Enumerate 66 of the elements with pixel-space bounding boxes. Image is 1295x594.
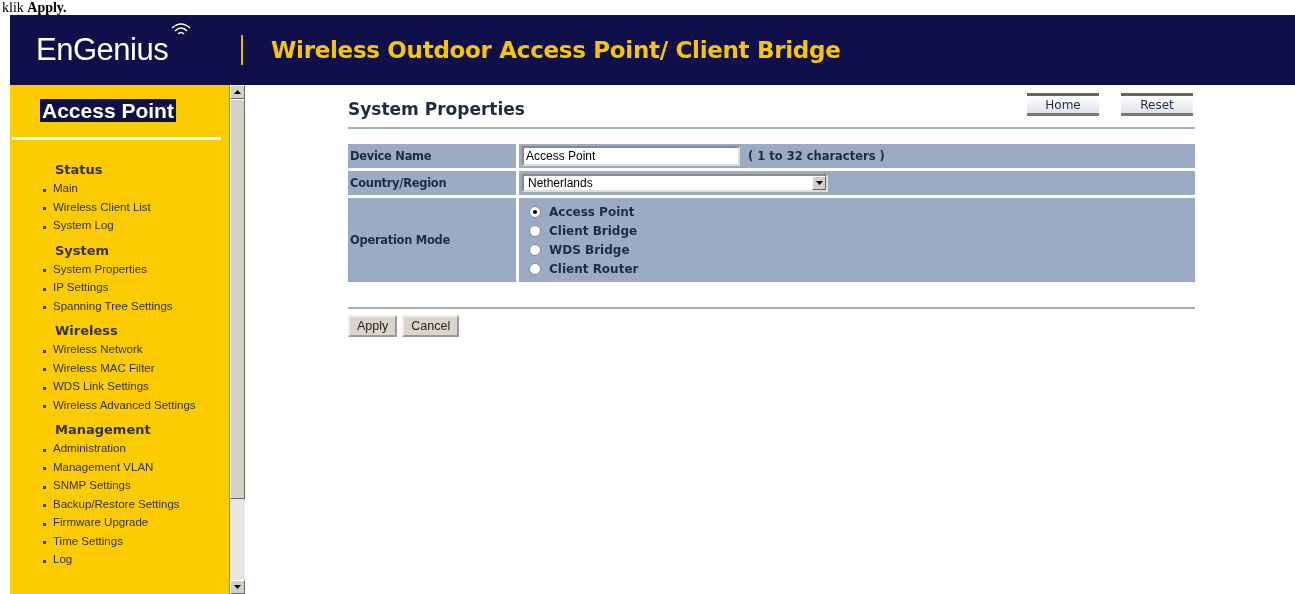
section-heading: Wireless xyxy=(54,322,119,340)
header-title: Wireless Outdoor Access Point/ Client Bridge xyxy=(271,37,841,63)
field-label: Operation Mode xyxy=(348,198,516,282)
sidebar-link[interactable]: Wireless Network xyxy=(53,343,143,356)
sidebar-link[interactable]: WDS Link Settings xyxy=(53,380,149,393)
sidebar-link[interactable]: System Properties xyxy=(53,262,147,275)
caption-text: klik Apply. xyxy=(2,0,68,15)
radio-label: Access Point xyxy=(549,204,635,219)
bullet-icon xyxy=(43,269,46,273)
field-label: Device Name xyxy=(348,144,516,168)
dropdown-arrow-icon xyxy=(815,181,823,185)
logo-text: EnGenius xyxy=(36,32,169,67)
form-button[interactable]: Cancel xyxy=(402,315,460,337)
bullet-icon xyxy=(43,485,46,489)
sidebar-link[interactable]: Administration xyxy=(53,442,126,455)
bullet-icon xyxy=(43,405,46,409)
bullet-icon xyxy=(43,188,46,192)
bullet-icon xyxy=(43,559,46,563)
nav-button[interactable]: Home xyxy=(1027,93,1099,116)
nav-button[interactable]: Reset xyxy=(1121,93,1193,116)
bullet-icon xyxy=(43,467,46,471)
hint-text: ( 1 to 32 characters ) xyxy=(748,149,885,163)
sidebar-link[interactable]: SNMP Settings xyxy=(53,479,131,492)
sidebar-link[interactable]: IP Settings xyxy=(53,281,109,294)
radio-button[interactable] xyxy=(529,224,541,237)
bullet-icon xyxy=(43,368,46,372)
section-heading: System xyxy=(54,241,111,260)
form-button[interactable]: Apply xyxy=(348,315,398,337)
bullet-icon xyxy=(43,522,46,526)
radio-button[interactable] xyxy=(529,262,541,275)
sidebar-link[interactable]: Backup/Restore Settings xyxy=(53,497,180,510)
sidebar-link[interactable]: Firmware Upgrade xyxy=(53,516,149,529)
section-heading: Management xyxy=(54,421,152,439)
sidebar-link[interactable]: Time Settings xyxy=(53,534,123,547)
header-divider xyxy=(241,35,243,65)
sidebar-link[interactable]: Log xyxy=(53,553,73,566)
sidebar-link[interactable]: Main xyxy=(53,182,78,195)
bullet-icon xyxy=(43,349,46,353)
wifi-icon xyxy=(170,22,192,36)
bullet-icon xyxy=(43,504,46,508)
sidebar-title: Access Point xyxy=(40,99,176,122)
device-name-field[interactable]: Access Point xyxy=(522,146,740,166)
sidebar-link[interactable]: System Log xyxy=(53,219,114,232)
section-heading: Status xyxy=(54,161,104,179)
bullet-icon xyxy=(43,287,46,291)
radio-label: Client Router xyxy=(549,261,639,276)
bullet-icon xyxy=(43,448,46,452)
scroll-down-icon[interactable] xyxy=(230,580,245,594)
field-label: Country/Region xyxy=(348,171,516,195)
sidebar-link[interactable]: Wireless MAC Filter xyxy=(53,361,155,374)
bullet-icon xyxy=(43,207,46,211)
bullet-icon xyxy=(43,541,46,545)
sidebar-link[interactable]: Wireless Client List xyxy=(53,200,151,213)
page-title: System Properties xyxy=(348,99,525,119)
bullet-icon xyxy=(43,386,46,390)
bullet-icon xyxy=(43,225,46,229)
sidebar-link[interactable]: Spanning Tree Settings xyxy=(53,299,173,312)
country-dropdown[interactable]: Netherlands xyxy=(522,174,828,192)
radio-label: WDS Bridge xyxy=(549,242,630,257)
radio-button[interactable] xyxy=(529,243,541,256)
radio-button[interactable] xyxy=(529,205,541,218)
scroll-up-icon[interactable] xyxy=(230,85,245,99)
radio-label: Client Bridge xyxy=(549,223,638,238)
bullet-icon xyxy=(43,306,46,310)
sidebar-link[interactable]: Wireless Advanced Settings xyxy=(53,398,196,411)
sidebar-link[interactable]: Management VLAN xyxy=(53,460,154,473)
